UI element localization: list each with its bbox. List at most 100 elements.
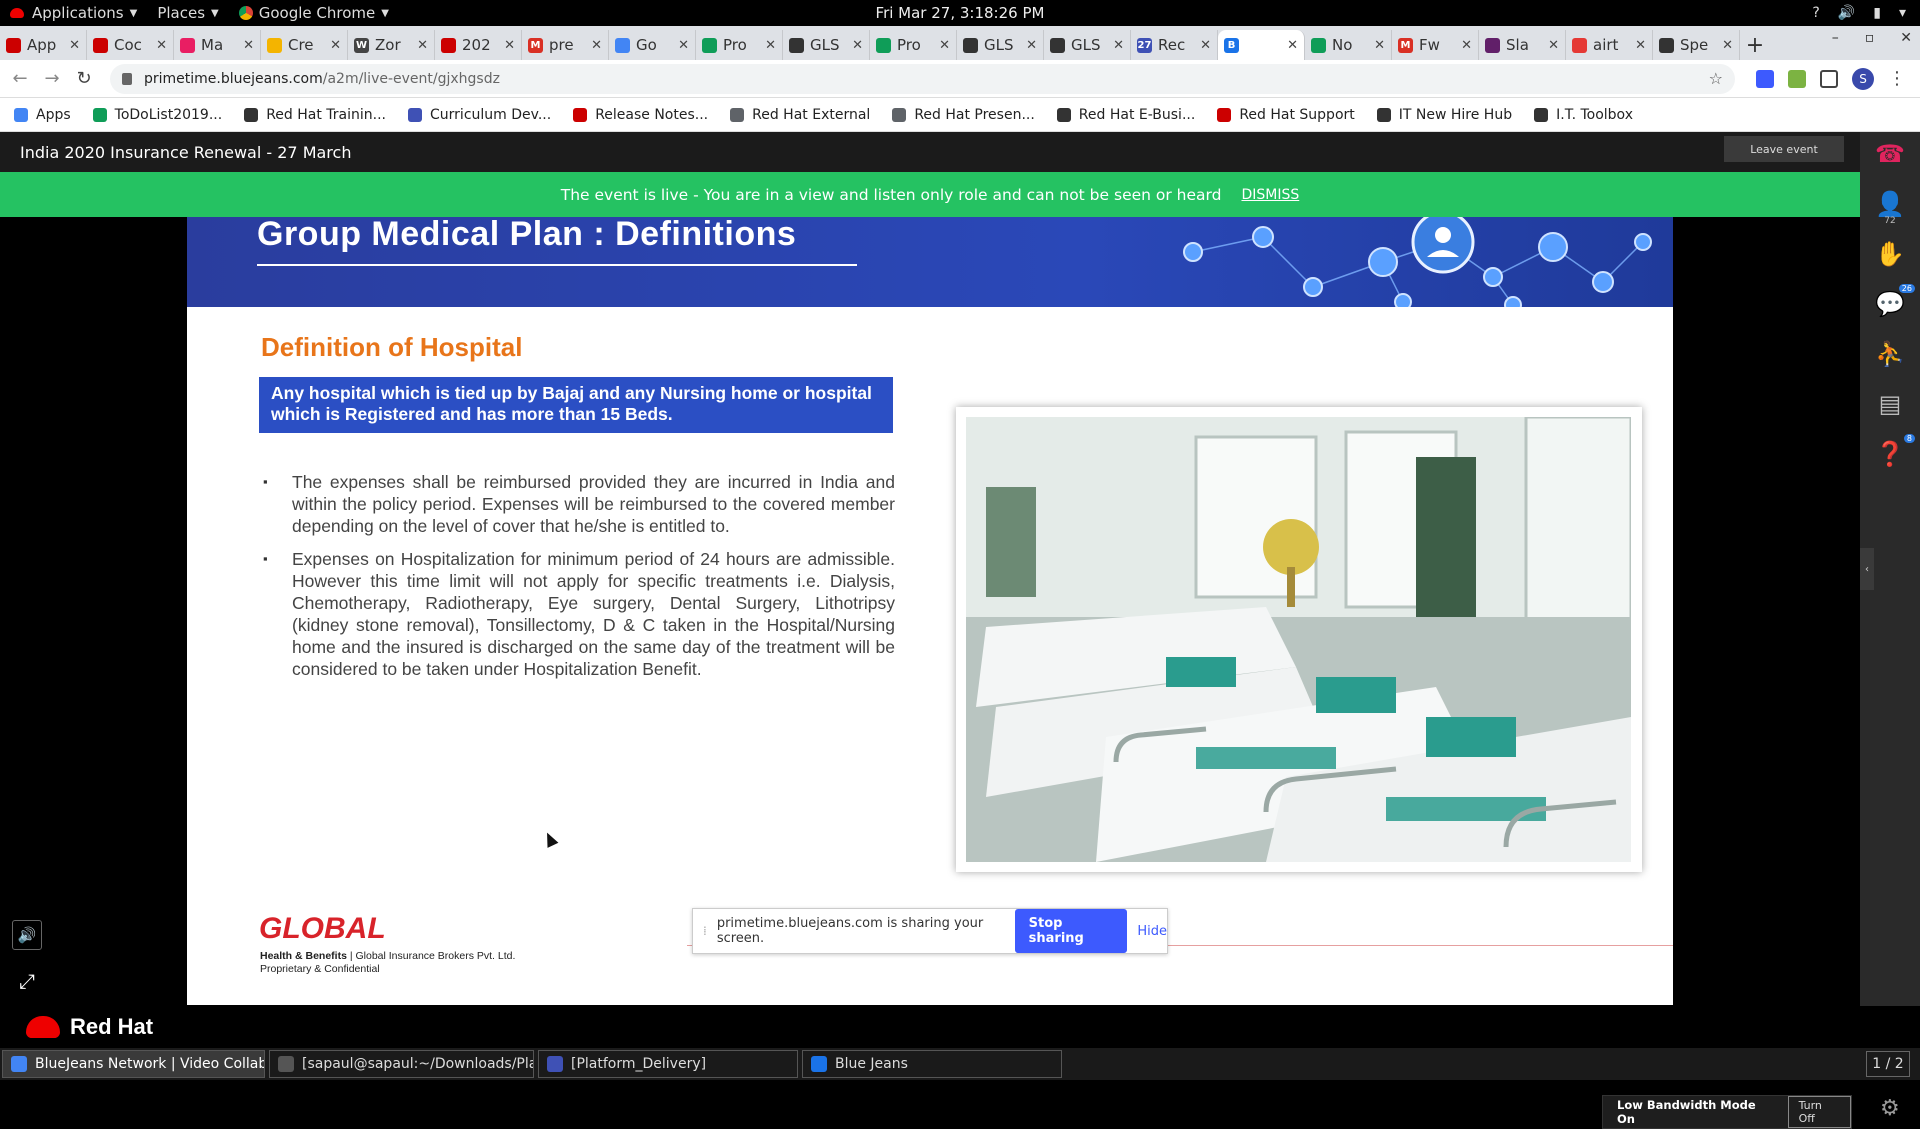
browser-tab[interactable]: GLS ✕ <box>1044 30 1131 60</box>
browser-tab[interactable]: No ✕ <box>1305 30 1392 60</box>
chrome-menu-icon[interactable]: ⋮ <box>1888 68 1906 89</box>
applications-menu[interactable]: Applications ▼ <box>0 0 147 26</box>
close-tab-icon[interactable]: ✕ <box>1722 38 1733 53</box>
close-tab-icon[interactable]: ✕ <box>1287 38 1298 53</box>
browser-tab[interactable]: W Zor ✕ <box>348 30 435 60</box>
dismiss-link[interactable]: DISMISS <box>1241 187 1299 203</box>
bookmark-item[interactable]: ToDoList2019... <box>92 107 222 123</box>
browser-tab[interactable]: App ✕ <box>0 30 87 60</box>
bookmark-item[interactable]: Apps <box>14 107 71 123</box>
lock-icon[interactable] <box>122 72 132 85</box>
close-tab-icon[interactable]: ✕ <box>330 38 341 53</box>
profile-avatar[interactable]: S <box>1852 67 1874 90</box>
bookmark-item[interactable]: Red Hat Presen... <box>892 107 1035 123</box>
taskbar-window[interactable]: BlueJeans Network | Video Collab... <box>2 1050 265 1078</box>
system-clock[interactable]: Fri Mar 27, 3:18:26 PM <box>876 4 1045 22</box>
close-window-icon[interactable]: ✕ <box>1900 30 1912 46</box>
chat-button[interactable]: 💬 26 <box>1875 284 1915 318</box>
drag-handle-icon[interactable]: ⁞ <box>703 924 707 938</box>
stop-sharing-button[interactable]: Stop sharing <box>1014 909 1128 953</box>
leave-event-button[interactable]: Leave event <box>1724 136 1844 162</box>
presenter-icon[interactable]: ⛹ <box>1875 340 1905 368</box>
close-tab-icon[interactable]: ✕ <box>939 38 950 53</box>
new-tab-icon[interactable]: + <box>1740 30 1770 60</box>
bookmark-star-icon[interactable]: ☆ <box>1709 69 1723 88</box>
raise-hand-icon[interactable]: ✋ <box>1875 240 1905 268</box>
browser-tab[interactable]: Cre ✕ <box>261 30 348 60</box>
address-bar[interactable]: primetime.bluejeans.com/a2m/live-event/g… <box>110 63 1735 94</box>
bookmark-item[interactable]: Red Hat External <box>730 107 870 123</box>
places-menu[interactable]: Places ▼ <box>147 0 228 26</box>
fullscreen-button[interactable]: ⤢ <box>12 966 42 996</box>
close-tab-icon[interactable]: ✕ <box>591 38 602 53</box>
forward-icon[interactable]: → <box>36 68 68 89</box>
close-tab-icon[interactable]: ✕ <box>852 38 863 53</box>
browser-tab[interactable]: GLS ✕ <box>783 30 870 60</box>
workspace-pager[interactable]: 1 / 2 <box>1866 1051 1910 1077</box>
browser-app-menu[interactable]: Google Chrome ▼ <box>229 0 399 26</box>
taskbar-window[interactable]: [Platform_Delivery] <box>538 1050 798 1078</box>
system-tray[interactable]: ? 🔊 ▮ ▾ <box>1812 5 1906 21</box>
bookmark-item[interactable]: Red Hat E-Busi... <box>1056 107 1195 123</box>
hide-share-bar-button[interactable]: Hide <box>1137 924 1167 939</box>
close-tab-icon[interactable]: ✕ <box>156 38 167 53</box>
close-tab-icon[interactable]: ✕ <box>1635 38 1646 53</box>
collapse-sidebar-button[interactable]: ‹ <box>1860 548 1874 590</box>
browser-tab[interactable]: Mpre ✕ <box>522 30 609 60</box>
browser-tab[interactable]: M Fw ✕ <box>1392 30 1479 60</box>
media-control-icon[interactable] <box>1820 69 1838 88</box>
volume-button[interactable]: 🔊 <box>12 920 42 950</box>
browser-tab[interactable]: B ✕ <box>1218 30 1305 60</box>
settings-gear-icon[interactable]: ⚙ <box>1880 1096 1900 1121</box>
browser-tab[interactable]: airt ✕ <box>1566 30 1653 60</box>
bookmark-item[interactable]: IT New Hire Hub <box>1376 107 1512 123</box>
close-tab-icon[interactable]: ✕ <box>417 38 428 53</box>
browser-tab[interactable]: 27 Rec ✕ <box>1131 30 1218 60</box>
poll-icon[interactable]: ▤ <box>1879 390 1902 418</box>
tray-menu-icon[interactable]: ▾ <box>1899 5 1906 21</box>
browser-tab[interactable]: Coc ✕ <box>87 30 174 60</box>
bookmark-item[interactable]: Release Notes... <box>573 107 708 123</box>
close-tab-icon[interactable]: ✕ <box>1026 38 1037 53</box>
browser-tab[interactable]: Pro ✕ <box>696 30 783 60</box>
bookmark-item[interactable]: Curriculum Dev... <box>408 107 551 123</box>
close-tab-icon[interactable]: ✕ <box>1113 38 1124 53</box>
attendees-button[interactable]: 👤 72 <box>1875 190 1905 226</box>
qa-button[interactable]: ❓ 8 <box>1875 434 1915 468</box>
browser-tab[interactable]: Sla ✕ <box>1479 30 1566 60</box>
close-tab-icon[interactable]: ✕ <box>1374 38 1385 53</box>
close-tab-icon[interactable]: ✕ <box>1200 38 1211 53</box>
close-tab-icon[interactable]: ✕ <box>678 38 689 53</box>
browser-tab[interactable]: Pro ✕ <box>870 30 957 60</box>
help-icon[interactable]: ? <box>1812 5 1819 21</box>
close-tab-icon[interactable]: ✕ <box>1548 38 1559 53</box>
close-tab-icon[interactable]: ✕ <box>243 38 254 53</box>
close-tab-icon[interactable]: ✕ <box>765 38 776 53</box>
bookmark-item[interactable]: I.T. Toolbox <box>1534 107 1633 123</box>
browser-tab[interactable]: Go ✕ <box>609 30 696 60</box>
minimize-icon[interactable]: – <box>1832 30 1839 46</box>
browser-tab[interactable]: 202 ✕ <box>435 30 522 60</box>
extension-icon[interactable] <box>1788 69 1806 88</box>
battery-icon[interactable]: ▮ <box>1873 5 1881 21</box>
turn-off-button[interactable]: Turn Off <box>1787 1096 1851 1128</box>
taskbar-window[interactable]: [sapaul@sapaul:~/Downloads/Plat... <box>269 1050 534 1078</box>
caret-down-icon: ▼ <box>381 7 389 19</box>
bookmark-icon <box>1056 107 1071 122</box>
browser-tab[interactable]: Spe ✕ <box>1653 30 1740 60</box>
close-tab-icon[interactable]: ✕ <box>504 38 515 53</box>
bookmark-icon <box>244 107 259 122</box>
close-tab-icon[interactable]: ✕ <box>69 38 80 53</box>
browser-tab[interactable]: Ma ✕ <box>174 30 261 60</box>
taskbar-window[interactable]: Blue Jeans <box>802 1050 1062 1078</box>
back-icon[interactable]: ← <box>4 68 36 89</box>
bookmark-item[interactable]: Red Hat Support <box>1217 107 1355 123</box>
bookmark-item[interactable]: Red Hat Trainin... <box>244 107 386 123</box>
browser-tab[interactable]: GLS ✕ <box>957 30 1044 60</box>
bluejeans-extension-icon[interactable] <box>1756 69 1774 88</box>
reload-icon[interactable]: ↻ <box>68 68 100 89</box>
hangup-icon[interactable]: ☎ <box>1875 140 1905 168</box>
close-tab-icon[interactable]: ✕ <box>1461 38 1472 53</box>
maximize-icon[interactable]: ▫ <box>1865 30 1875 46</box>
volume-icon[interactable]: 🔊 <box>1838 5 1855 21</box>
